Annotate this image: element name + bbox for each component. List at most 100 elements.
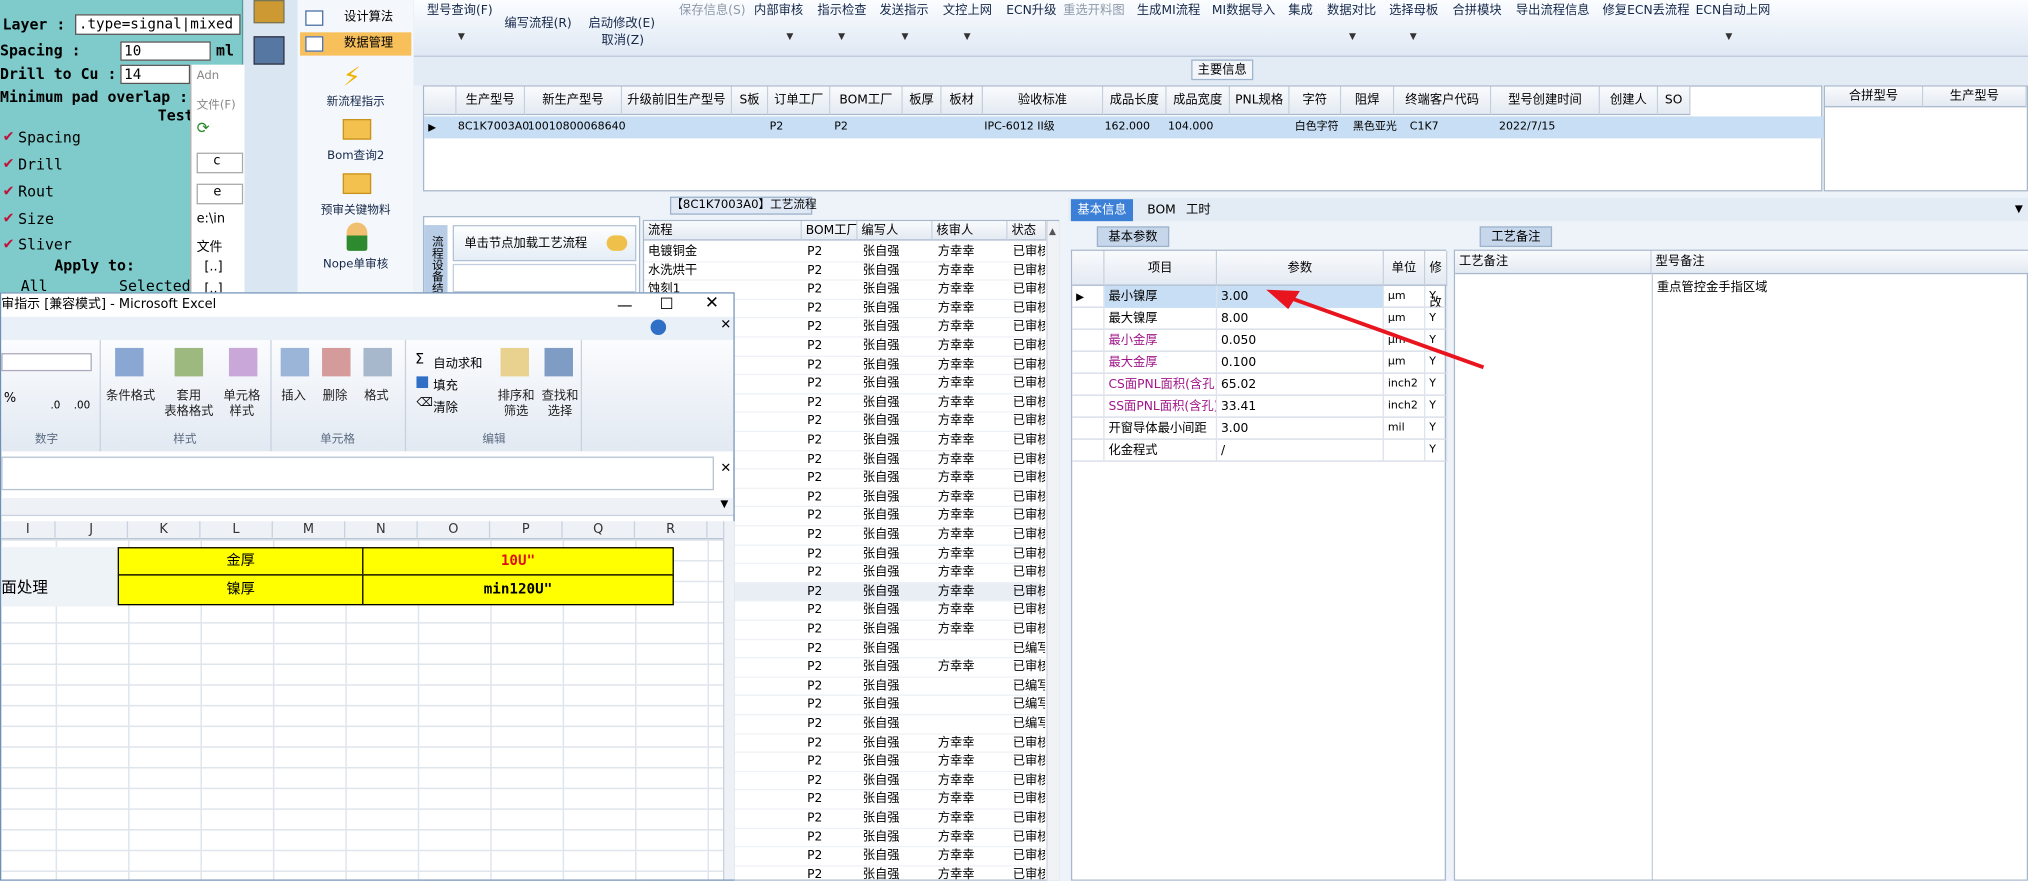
cell[interactable]: 黑色亚光 [1353,116,1397,138]
col-P[interactable]: P [490,521,563,540]
cell[interactable]: IPC-6012 II级 [984,116,1054,138]
flow-tab[interactable]: 【8C1K7003A0】工艺流程 [669,196,817,215]
insert-button[interactable]: 插入 [273,389,314,405]
col-header[interactable]: 升级前旧生产型号 [622,86,733,116]
chevron-down-icon[interactable]: ▼ [1349,31,1356,41]
basic-params-title[interactable]: 基本参数 [1096,226,1170,248]
col-M[interactable]: M [273,521,346,540]
col-header[interactable]: 终端客户代码 [1394,86,1492,116]
col-header[interactable]: 字符 [1289,86,1342,116]
side-label-cell[interactable]: 面处理 [1,547,118,607]
col-header[interactable]: 生产型号 [456,86,526,116]
col-header[interactable]: 型号备注 [1651,250,2028,275]
cell-style-icon[interactable] [228,347,258,377]
toolbar-mi-import[interactable]: MI数据导入 [1212,0,1275,18]
check-drill[interactable]: Drill [18,155,63,173]
col-I[interactable]: I [1,521,56,540]
toolbar-check[interactable]: 指示检查 [817,0,866,18]
parent-dir[interactable]: [..] [204,260,222,274]
refresh-icon[interactable]: ⟳ [197,119,210,137]
explorer-menu-file[interactable]: 文件(F) [197,96,236,113]
cell[interactable]: 白色字符 [1295,116,1339,138]
model-note-cell[interactable]: 重点管控金手指区域 [1651,274,2027,880]
col-header[interactable]: 合拼型号 [1824,86,1924,108]
col-header[interactable]: 流程 [644,221,802,241]
toolbar-cancel[interactable]: 取消(Z) [601,30,644,48]
col-header[interactable]: BOM工厂 [830,86,903,116]
autosum-button[interactable]: 自动求和 [433,353,482,371]
lightning-icon[interactable]: ⚡ [343,61,361,92]
col-header[interactable]: 阻焊 [1341,86,1395,116]
sort-filter-icon[interactable] [500,347,530,377]
chevron-down-icon[interactable]: ▼ [964,31,971,41]
col-header[interactable]: 板材 [941,86,983,116]
nav-design-algorithm[interactable]: 设计算法 [300,6,411,29]
col-header[interactable]: 验收标准 [982,86,1104,116]
table-format-icon[interactable] [174,347,204,377]
col-header[interactable]: 项目 [1104,250,1218,286]
nickel-thickness-value[interactable]: min120U" [362,574,674,606]
col-header[interactable]: 工艺备注 [1455,250,1652,275]
nickel-thickness-label[interactable]: 镍厚 [117,574,364,606]
tab-work-hours[interactable]: 工时 [1180,199,1218,221]
toolbar-reselect[interactable]: 重选开料图 [1063,0,1124,18]
layer-input[interactable]: .type=signal|mixed [75,14,241,35]
col-header[interactable]: 板厚 [902,86,942,116]
user-icon[interactable] [346,222,368,251]
param-row[interactable]: 化金程式 / Y [1072,439,1448,462]
col-header[interactable]: 型号创建时间 [1491,86,1600,116]
check-icon[interactable]: ✔ [3,182,15,199]
toolbar-save[interactable]: 保存信息(S) [679,0,746,18]
machine-icon[interactable] [253,36,285,65]
nav-new-flow[interactable]: 新流程指示 [310,92,401,109]
param-row[interactable]: SS面PNL面积(含孔) 33.41 inch2 Y [1072,395,1448,418]
nav-nope-review[interactable]: Nope单审核 [310,255,401,272]
cell[interactable]: P2 [834,116,848,138]
toolbar-integrate[interactable]: 集成 [1288,0,1313,18]
binoculars-icon[interactable] [544,347,573,377]
table-row[interactable]: ▶ 8C1K7003A0 10010800068640 P2 P2 IPC-60… [424,116,1824,139]
tab-basic-info[interactable]: 基本信息 [1070,199,1134,222]
col-header[interactable]: 参数 [1217,250,1384,286]
delete-button[interactable]: 删除 [314,389,355,405]
conditional-format-icon[interactable] [115,347,144,377]
nav-prereview[interactable]: 预审关键物料 [310,200,401,217]
percent-icon[interactable]: % [4,392,16,406]
help-icon[interactable] [650,319,667,335]
toolbar-send[interactable]: 发送指示 [880,0,929,18]
toolbar-internal-review[interactable]: 内部审核 [754,0,803,18]
craft-notes-title[interactable]: 工艺备注 [1479,226,1553,248]
col-R[interactable]: R [635,521,708,540]
cell[interactable]: 104.000 [1168,116,1213,138]
tab-bom[interactable]: BOM [1141,199,1182,221]
close-icon[interactable]: ✕ [720,462,731,476]
files-header[interactable]: 文件 [197,235,223,255]
table-format-button[interactable]: 套用 表格格式 [157,389,222,420]
close-icon[interactable]: ✕ [720,318,731,332]
close-icon[interactable]: ✕ [705,292,719,315]
fill-icon[interactable] [416,376,429,389]
toolbar-ecn-auto[interactable]: ECN自动上网 [1696,0,1771,18]
chevron-down-icon[interactable]: ▼ [838,31,845,41]
chevron-down-icon[interactable]: ▼ [901,31,908,41]
eraser-icon[interactable]: ⌫ [416,397,432,410]
drive-e[interactable]: e [196,183,244,205]
cell-style-button[interactable]: 单元格 样式 [216,389,268,420]
chevron-down-icon[interactable]: ▼ [1410,31,1417,41]
number-format-select[interactable] [1,353,92,372]
find-select-button[interactable]: 查找和 选择 [534,389,586,420]
col-header[interactable]: BOM工厂 [801,221,858,241]
param-cell[interactable]: 33.41 [1217,395,1384,418]
toolbar-write-flow[interactable]: 编写流程(R) [504,13,571,31]
check-spacing[interactable]: Spacing [18,128,81,146]
col-header[interactable]: 核审人 [932,221,1008,241]
col-header[interactable]: 成品长度 [1103,86,1167,116]
check-icon[interactable]: ✔ [3,128,15,145]
col-header[interactable]: PNL规格 [1230,86,1290,116]
path-bar[interactable]: e:\in [197,212,225,226]
flow-row[interactable]: 水洗烘干 P2 张自强 方幸幸 已审核 [644,262,1045,281]
col-header[interactable]: S板 [732,86,769,116]
toolbar-mother-board[interactable]: 选择母板 [1389,0,1438,18]
chevron-down-icon[interactable]: ▼ [1725,31,1732,41]
check-icon[interactable]: ✔ [3,210,15,227]
